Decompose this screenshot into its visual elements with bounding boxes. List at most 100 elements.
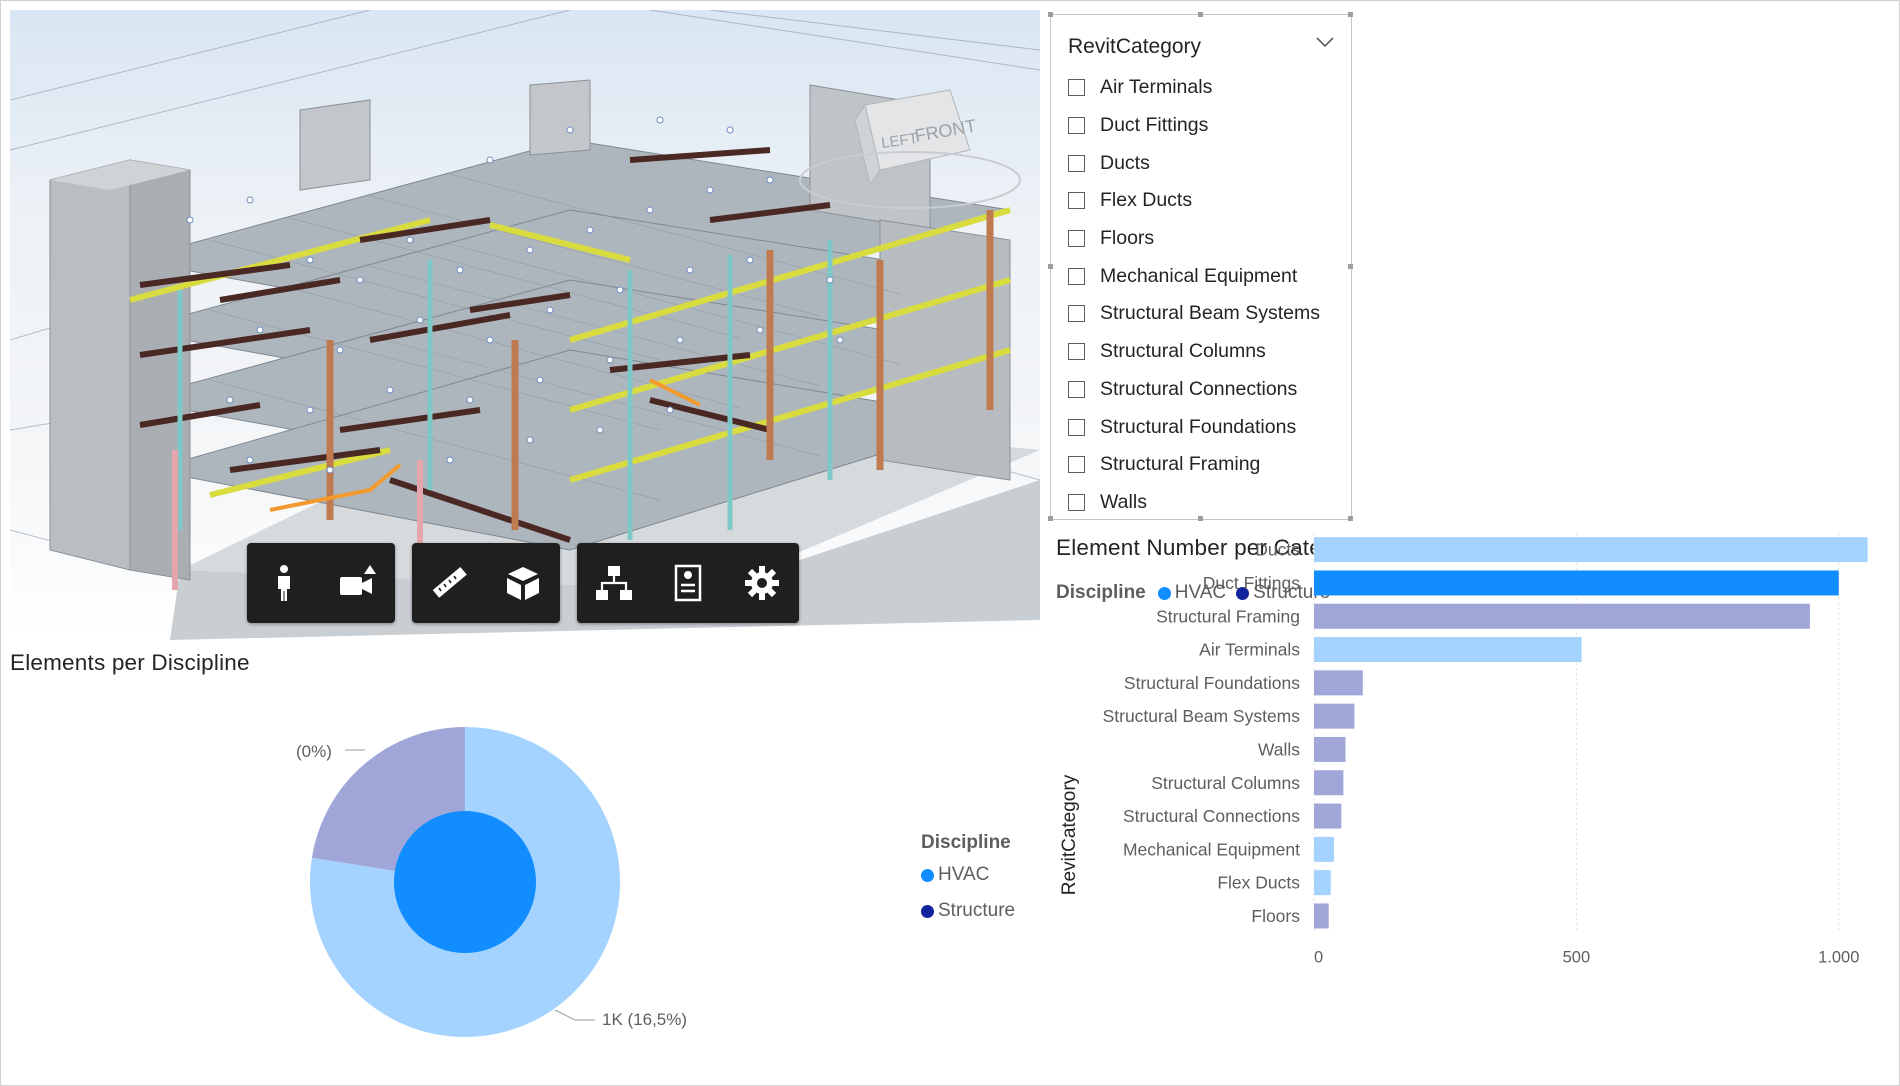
slicer-item[interactable]: Structural Beam Systems (1068, 295, 1320, 333)
legend-item-structure[interactable]: Structure (921, 900, 1015, 922)
checkbox[interactable] (1068, 117, 1085, 135)
checkbox[interactable] (1068, 267, 1085, 285)
category-label: Flex Ducts (1217, 873, 1300, 893)
checkbox[interactable] (1068, 305, 1085, 323)
camera-button[interactable] (321, 543, 395, 623)
category-label: Structural Framing (1156, 606, 1300, 626)
slicer-item-label: Flex Ducts (1100, 189, 1193, 212)
revitcategory-slicer: RevitCategory Air Terminals Duct Fittings… (1048, 12, 1353, 521)
bar[interactable] (1314, 903, 1329, 929)
slicer-item-label: Walls (1100, 490, 1147, 513)
slicer-title: RevitCategory (1068, 35, 1202, 58)
category-label: Structural Beam Systems (1103, 706, 1301, 726)
ruler-icon (432, 566, 467, 598)
category-label: Air Terminals (1199, 640, 1300, 660)
category-label: Floors (1251, 906, 1300, 926)
bar[interactable] (1314, 736, 1346, 762)
bar[interactable] (1314, 703, 1355, 729)
slicer-item-label: Structural Connections (1100, 377, 1298, 400)
slicer-item[interactable]: Walls (1068, 484, 1320, 522)
slicer-item-label: Structural Beam Systems (1100, 302, 1320, 325)
checkbox[interactable] (1068, 343, 1085, 361)
settings-button[interactable] (725, 543, 799, 623)
category-label: Walls (1258, 739, 1300, 759)
bar[interactable] (1314, 537, 1868, 563)
first-person-button[interactable] (247, 543, 321, 623)
slicer-items: Air Terminals Duct Fittings Ducts Flex Duct… (1068, 69, 1320, 521)
slicer-item[interactable]: Structural Foundations (1068, 408, 1320, 446)
legend-label: Structure (938, 900, 1016, 921)
category-label: Mechanical Equipment (1123, 839, 1300, 859)
person-icon (278, 565, 290, 601)
category-label: Ducts (1255, 540, 1300, 560)
checkbox[interactable] (1068, 79, 1085, 97)
donut-legend: Discipline HVAC Structure (921, 832, 1015, 922)
toolbar-group-settings (577, 543, 799, 623)
bar[interactable] (1314, 836, 1334, 862)
checkbox[interactable] (1068, 493, 1085, 511)
slicer-item-label: Duct Fittings (1100, 114, 1209, 137)
properties-icon (674, 564, 702, 602)
gear-icon (745, 566, 779, 600)
bar[interactable] (1314, 637, 1582, 663)
bar-chart: RevitCategory Ducts Duct Fittings Structur… (1050, 525, 1895, 1080)
donut-slice[interactable] (393, 811, 536, 953)
legend-dot-hvac (921, 868, 934, 882)
slicer-item[interactable]: Structural Framing (1068, 446, 1320, 484)
x-tick-label: 1.000 (1818, 949, 1859, 967)
toolbar-group-tools (412, 543, 560, 623)
camera-icon (340, 565, 376, 595)
slicer-item[interactable]: Structural Columns (1068, 333, 1320, 371)
measure-button[interactable] (412, 543, 486, 623)
slicer-item-label: Structural Foundations (1100, 415, 1297, 438)
checkbox[interactable] (1068, 154, 1085, 172)
checkbox[interactable] (1068, 192, 1085, 210)
slicer-item[interactable]: Ducts (1068, 144, 1320, 182)
donut-chart: (0%) 1K (16,5%) Discipline HVAC Structur… (0, 680, 1040, 1080)
bar[interactable] (1314, 670, 1363, 696)
donut-svg: (0%) 1K (16,5%) (296, 727, 687, 1037)
slicer-item[interactable]: Flex Ducts (1068, 182, 1320, 220)
slicer-item-label: Structural Columns (1100, 340, 1266, 363)
properties-button[interactable] (651, 543, 725, 623)
donut-label-small: (0%) (296, 742, 332, 761)
bar[interactable] (1314, 803, 1342, 829)
checkbox[interactable] (1068, 456, 1085, 474)
checkbox[interactable] (1068, 380, 1085, 398)
category-label: Duct Fittings (1203, 573, 1300, 593)
label-leader-large (554, 1009, 595, 1021)
slicer-item-label: Air Terminals (1100, 76, 1213, 99)
bar[interactable] (1314, 570, 1839, 596)
category-label: Structural Connections (1123, 806, 1300, 826)
cube-icon (507, 567, 539, 600)
donut-label-large: 1K (16,5%) (602, 1010, 687, 1029)
slicer-item[interactable]: Mechanical Equipment (1068, 257, 1320, 295)
slicer-item[interactable]: Air Terminals (1068, 69, 1320, 107)
chevron-down-icon[interactable] (1314, 31, 1336, 53)
x-tick-label: 0 (1314, 949, 1323, 967)
toolbar-group-navigation (247, 543, 395, 623)
bar[interactable] (1314, 770, 1344, 796)
slicer-item[interactable]: Structural Connections (1068, 371, 1320, 409)
slicer-item-label: Structural Framing (1100, 453, 1261, 476)
bar[interactable] (1314, 603, 1810, 629)
donut-legend-title: Discipline (921, 832, 1011, 853)
category-label: Structural Foundations (1124, 673, 1300, 693)
checkbox[interactable] (1068, 418, 1085, 436)
bar[interactable] (1314, 870, 1331, 896)
slicer-item-label: Mechanical Equipment (1100, 264, 1298, 287)
slicer-item-label: Ducts (1100, 151, 1150, 174)
explode-model-button[interactable] (486, 543, 560, 623)
legend-item-hvac[interactable]: HVAC (921, 864, 1015, 886)
slicer-item[interactable]: Floors (1068, 220, 1320, 258)
hierarchy-icon (596, 566, 632, 600)
y-axis-title: RevitCategory (1059, 774, 1080, 895)
legend-label: HVAC (938, 864, 990, 885)
legend-dot-structure (921, 904, 934, 918)
bar-svg: RevitCategory Ducts Duct Fittings Structur… (1059, 533, 1868, 967)
slicer-item[interactable]: Duct Fittings (1068, 107, 1320, 145)
forge-3d-viewer[interactable]: LEFT FRONT (10, 10, 1040, 640)
model-browser-button[interactable] (577, 543, 651, 623)
x-tick-label: 500 (1563, 949, 1591, 967)
checkbox[interactable] (1068, 230, 1085, 248)
